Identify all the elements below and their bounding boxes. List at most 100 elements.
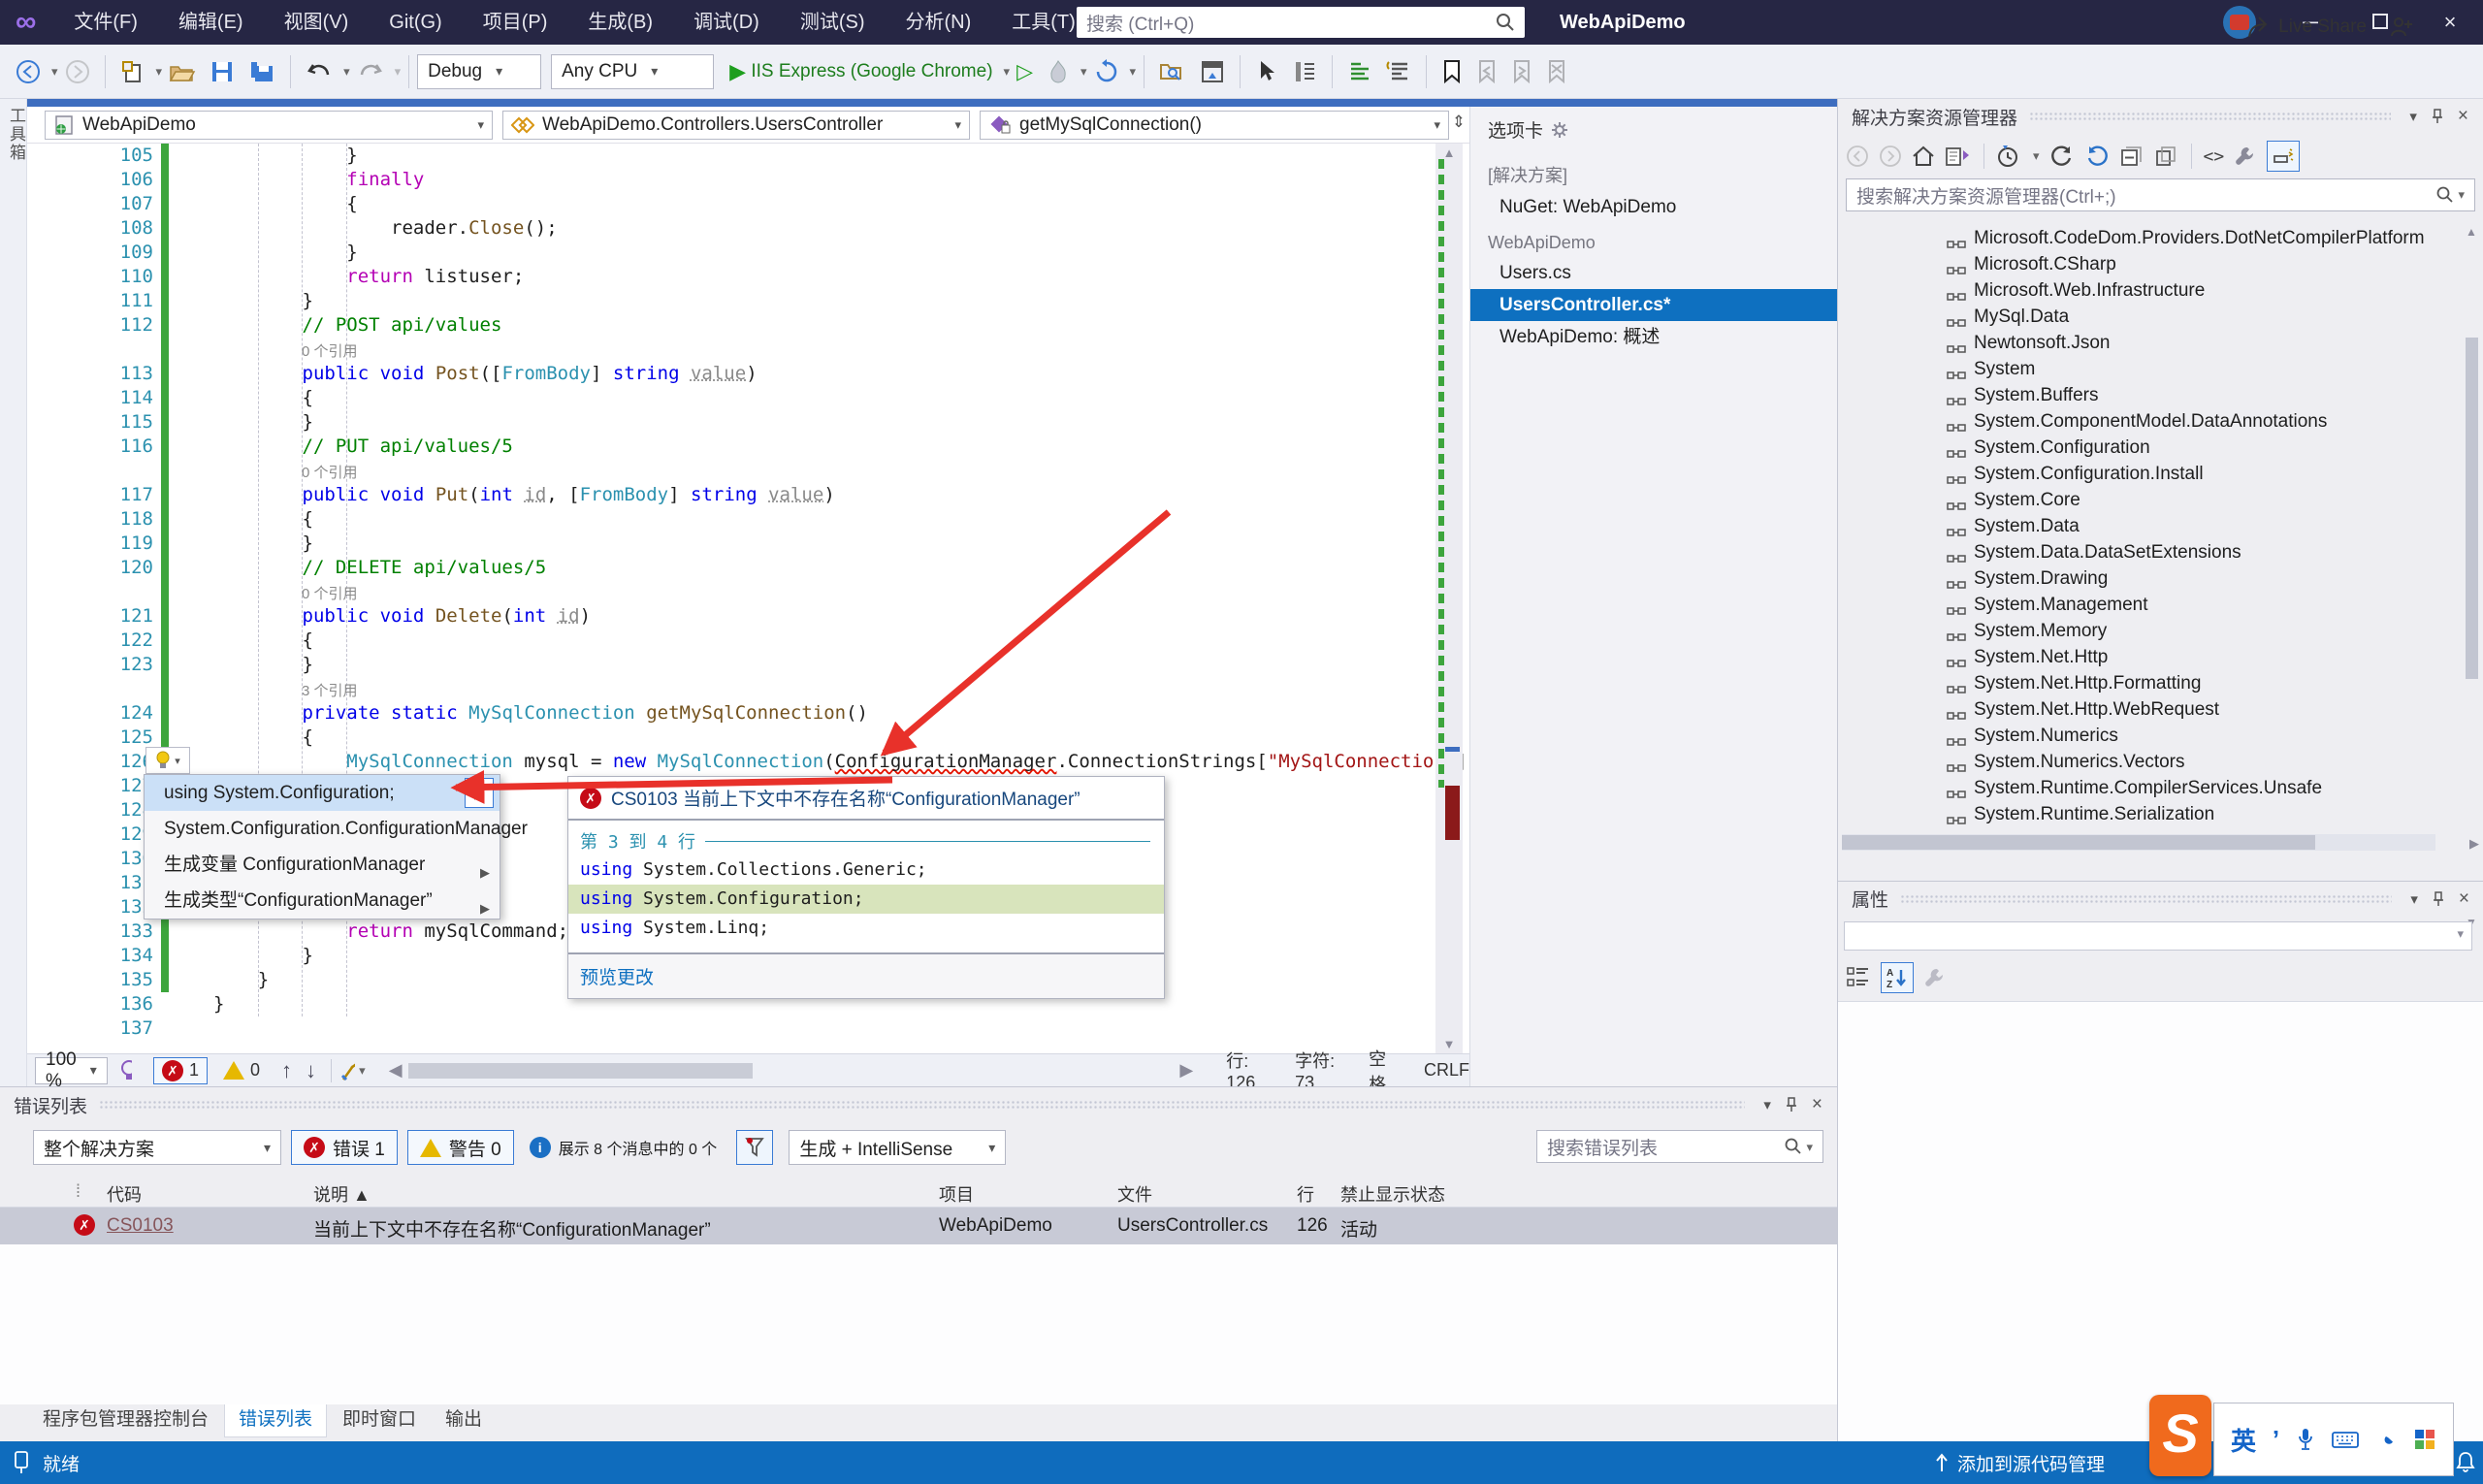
undo-icon[interactable] [306,59,333,84]
hscroll-right-icon[interactable]: ▶ [2469,836,2479,852]
list-members-icon[interactable] [1347,59,1372,84]
notification-bell-icon[interactable] [2456,1451,2475,1474]
filter-caret[interactable]: ▾ [2033,148,2040,164]
solution-tree-item[interactable]: System.Net.Http.WebRequest [1838,696,2449,723]
window-position-caret[interactable]: ▾ [1763,1096,1771,1113]
error-list-search-input[interactable]: 搜索错误列表 ▾ [1536,1130,1823,1163]
search-icon[interactable]: ▾ [1785,1136,1813,1157]
error-scope-dropdown[interactable]: 整个解决方案▾ [33,1130,281,1165]
editor-horizontal-scrollbar[interactable] [408,1063,754,1079]
solution-tree-item[interactable]: System.Net.Http [1838,644,2449,670]
forward-icon[interactable] [1879,145,1902,168]
prev-bookmark-icon[interactable] [1476,59,1498,84]
ime-language-indicator[interactable]: 英 [2231,1422,2256,1458]
menu-item[interactable]: Git(G) [369,0,462,45]
prev-issue-icon[interactable]: ↑ [281,1058,292,1083]
solution-search-input[interactable]: 搜索解决方案资源管理器(Ctrl+;) ▾ [1846,178,2475,211]
toolbox-icon[interactable] [2375,1428,2397,1451]
warnings-filter-toggle[interactable]: 警告 0 [407,1130,514,1165]
filter-button[interactable] [736,1130,773,1165]
solution-vertical-scrollbar[interactable]: ▲ ▼ [2464,225,2481,929]
next-issue-icon[interactable]: ↓ [306,1058,316,1083]
solution-tree-item[interactable]: Newtonsoft.Json [1838,330,2449,356]
solution-tree-item[interactable]: System.Runtime.CompilerServices.Unsafe [1838,775,2449,801]
save-all-icon[interactable] [248,59,275,84]
parameter-info-icon[interactable] [1386,59,1411,84]
submenu-arrow-icon[interactable]: ▶ [465,778,494,808]
column-header[interactable]: 代码 [107,1181,142,1207]
column-header[interactable]: 禁止显示状态 [1340,1181,1445,1207]
view-code-icon[interactable]: <> [2204,146,2225,167]
nav-forward-icon[interactable] [65,59,90,84]
codelens-references[interactable]: 3 个引用 [302,679,358,703]
solution-tree-item[interactable]: System [1838,356,2449,382]
pending-changes-filter-icon[interactable] [1996,145,2019,168]
error-source-dropdown[interactable]: 生成 + IntelliSense▾ [789,1130,1006,1165]
pin-icon[interactable] [2432,891,2445,907]
gear-icon[interactable] [1551,121,1568,139]
solution-tree-item[interactable]: Microsoft.CSharp [1838,251,2449,277]
scroll-up-icon[interactable]: ▲ [2466,225,2477,239]
hot-reload-caret[interactable]: ▾ [1080,64,1087,80]
solution-tree-item[interactable]: System.Data.DataSetExtensions [1838,539,2449,565]
project-dropdown[interactable]: WebApiDemo▾ [45,111,493,140]
error-code-link[interactable]: CS0103 [107,1215,174,1237]
quick-action-lightbulb[interactable]: ▾ [145,747,190,774]
redo-caret[interactable]: ▾ [395,64,402,80]
code-cleanup-icon[interactable] [339,1058,356,1083]
menu-item[interactable]: 分析(N) [886,0,992,45]
refresh-icon[interactable] [2049,145,2075,168]
column-header[interactable]: 行 [1297,1181,1314,1207]
window-position-caret[interactable]: ▾ [2409,108,2417,125]
pin-icon[interactable] [1785,1097,1798,1113]
document-tab[interactable]: UsersController.cs* [1470,289,1837,321]
hscroll-right-icon[interactable]: ▶ [1179,1060,1193,1081]
search-icon[interactable] [1496,12,1515,33]
close-button[interactable]: × [2421,0,2479,45]
platform-dropdown[interactable]: Any CPU▾ [551,54,714,89]
new-project-icon[interactable] [120,59,145,84]
start-no-debug-icon[interactable]: ▷ [1016,59,1033,84]
menu-item[interactable]: 文件(F) [53,0,158,45]
solution-tree-item[interactable]: System.Drawing [1838,565,2449,592]
member-dropdown[interactable]: getMySqlConnection()▾ [980,111,1449,140]
eol-indicator[interactable]: CRLF [1424,1060,1469,1081]
restart-icon[interactable] [1094,59,1119,84]
properties-wrench-icon[interactable] [2234,145,2257,168]
solution-tree-item[interactable]: System.Core [1838,487,2449,513]
code-cleanup-caret[interactable]: ▾ [359,1063,366,1079]
document-tab[interactable]: NuGet: WebApiDemo [1470,191,1837,223]
codelens-references[interactable]: 0 个引用 [302,339,358,364]
split-window-icon[interactable]: ⇕ [1452,113,1466,132]
editor-vertical-scrollbar[interactable]: ▲ ▼ [1435,144,1463,1053]
solution-tree-item[interactable]: System.Memory [1838,618,2449,644]
hot-reload-icon[interactable] [1047,59,1070,84]
solution-tree-item[interactable]: System.Net.Http.Formatting [1838,670,2449,696]
solution-tree-item[interactable]: System.Data [1838,513,2449,539]
property-pages-wrench-icon[interactable] [1923,966,1947,989]
solution-tree-item[interactable]: Microsoft.CodeDom.Providers.DotNetCompil… [1838,225,2449,251]
ime-toolbar[interactable]: 英 ’ [2213,1403,2454,1476]
solution-tree-item[interactable]: System.Numerics.Vectors [1838,749,2449,775]
start-debug-button[interactable]: ▶ IIS Express (Google Chrome) [729,59,992,84]
new-project-caret[interactable]: ▾ [156,64,163,80]
error-list-titlebar[interactable]: 错误列表 ▾ × [0,1087,1837,1122]
solution-tree-item[interactable]: System.ComponentModel.DataAnnotations [1838,408,2449,435]
solution-tree-item[interactable]: System.Buffers [1838,382,2449,408]
menu-item[interactable]: 视图(V) [264,0,370,45]
solution-config-dropdown[interactable]: Debug▾ [417,54,541,89]
sync-with-active-document-icon[interactable] [1945,145,1972,168]
quickfix-item[interactable]: System.Configuration.ConfigurationManage… [145,811,500,847]
menu-item[interactable]: 项目(P) [463,0,568,45]
preview-changes-link[interactable]: 预览更改 [568,952,1164,998]
intellicode-icon[interactable] [117,1058,132,1083]
task-status-icon[interactable] [12,1450,33,1475]
close-icon[interactable]: × [2459,888,2469,910]
mic-icon[interactable] [2296,1427,2315,1452]
solution-tree-item[interactable]: MySql.Data [1838,304,2449,330]
bottom-panel-tab[interactable]: 输出 [432,1404,496,1437]
codelens-references[interactable]: 0 个引用 [302,461,358,485]
solution-tree-item[interactable]: Microsoft.Web.Infrastructure [1838,277,2449,304]
show-all-files-icon[interactable] [2154,145,2179,168]
bottom-panel-tab[interactable]: 即时窗口 [329,1404,430,1437]
